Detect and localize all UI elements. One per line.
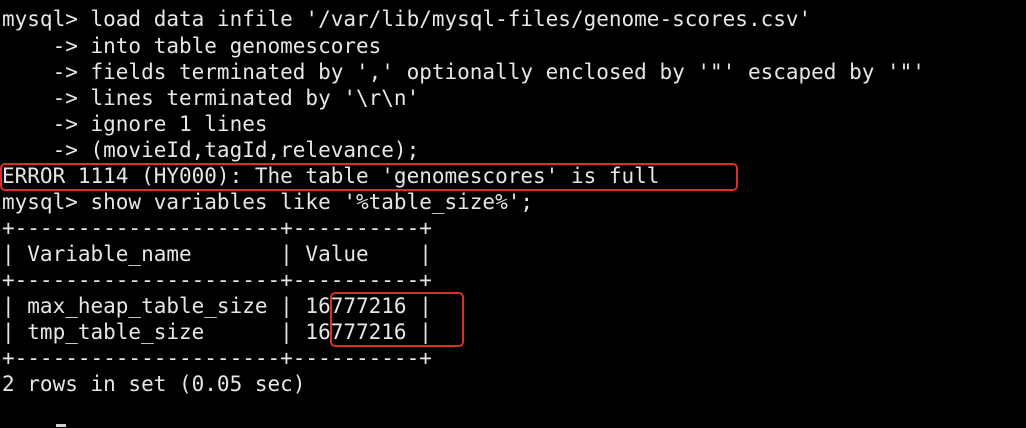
continuation-lines: -> lines terminated by '\r\n'	[2, 86, 420, 110]
table-header-row: | Variable_name | Value |	[2, 242, 432, 266]
terminal-cursor	[56, 424, 66, 427]
continuation-into-table: -> into table genomescores	[2, 34, 382, 58]
continuation-ignore: -> ignore 1 lines	[2, 112, 268, 136]
table-border-header: +---------------------+----------+	[2, 268, 432, 292]
terminal-window[interactable]: mysql> load data infile '/var/lib/mysql-…	[0, 0, 1026, 428]
result-summary: 2 rows in set (0.05 sec)	[2, 372, 306, 396]
error-highlight-box	[0, 163, 738, 191]
table-border-top: +---------------------+----------+	[2, 216, 432, 240]
continuation-fields: -> fields terminated by ',' optionally e…	[2, 60, 925, 84]
table-border-bottom: +---------------------+----------+	[2, 346, 432, 370]
continuation-columns: -> (movieId,tagId,relevance);	[2, 138, 420, 162]
command-load-data: mysql> load data infile '/var/lib/mysql-…	[2, 7, 812, 31]
command-show-variables: mysql> show variables like '%table_size%…	[2, 190, 534, 214]
values-highlight-box	[330, 292, 464, 347]
